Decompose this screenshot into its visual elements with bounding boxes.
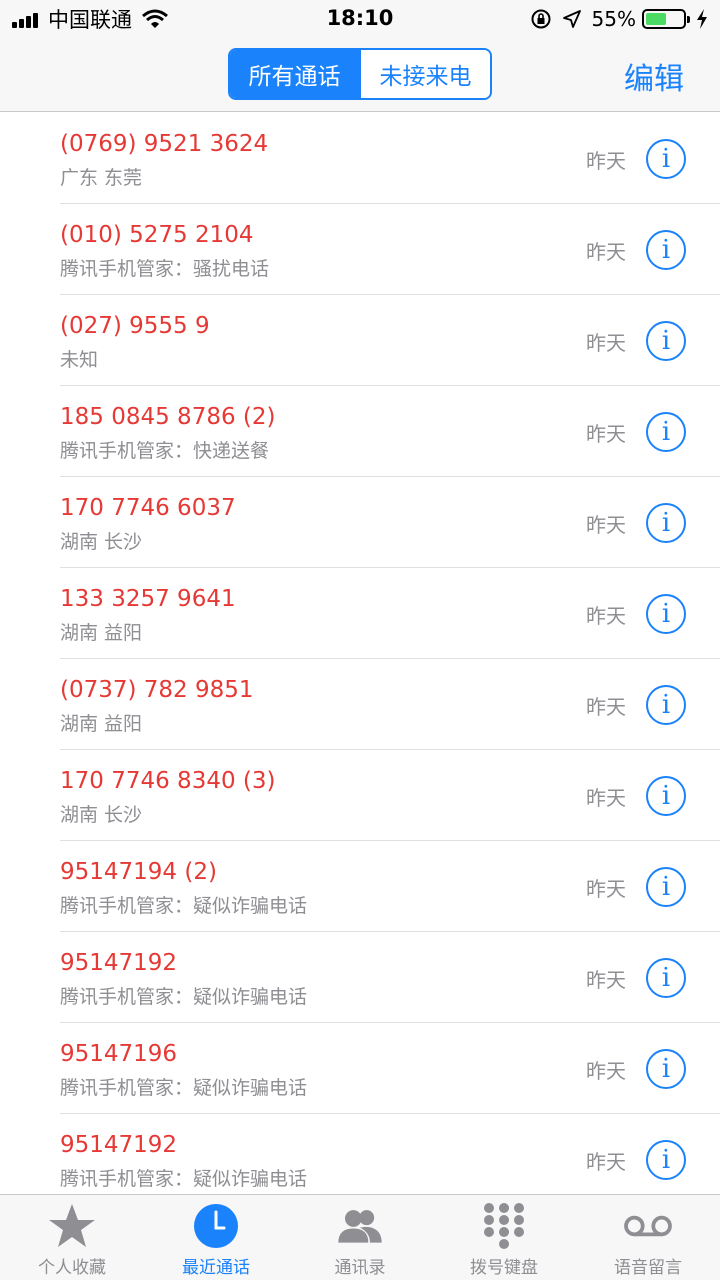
- tab-label-voicemail: 语音留言: [614, 1258, 682, 1278]
- call-date: 昨天: [586, 149, 626, 173]
- call-row[interactable]: 133 3257 9641 湖南 益阳 昨天 i: [60, 568, 720, 659]
- tab-label-recents: 最近通话: [182, 1258, 250, 1278]
- info-icon[interactable]: i: [646, 1140, 686, 1180]
- call-row[interactable]: 95147192 腾讯手机管家：疑似诈骗电话 昨天 i: [60, 932, 720, 1023]
- recent-calls-list[interactable]: (0769) 9521 3624 广东 东莞 昨天 i (010) 5275 2104 腾…: [0, 113, 720, 1195]
- call-date: 昨天: [586, 240, 626, 264]
- call-location: 腾讯手机管家：疑似诈骗电话: [60, 1168, 308, 1190]
- tab-recents[interactable]: 最近通话: [144, 1195, 288, 1280]
- call-row[interactable]: 95147194 (2) 腾讯手机管家：疑似诈骗电话 昨天 i: [60, 841, 720, 932]
- edit-button[interactable]: 编辑: [624, 54, 684, 98]
- call-date: 昨天: [586, 877, 626, 901]
- call-number: (0769) 9521 3624: [60, 131, 269, 157]
- call-location: 腾讯手机管家：疑似诈骗电话: [60, 986, 308, 1008]
- call-row[interactable]: 170 7746 8340 (3) 湖南 长沙 昨天 i: [60, 750, 720, 841]
- location-arrow-icon: [562, 10, 581, 28]
- call-location: 湖南 益阳: [60, 622, 143, 644]
- info-icon[interactable]: i: [646, 503, 686, 543]
- battery-percentage: 55%: [591, 7, 636, 31]
- tab-contacts[interactable]: 通讯录: [288, 1195, 432, 1280]
- call-row[interactable]: (010) 5275 2104 腾讯手机管家：骚扰电话 昨天 i: [60, 204, 720, 295]
- info-icon[interactable]: i: [646, 958, 686, 998]
- call-number: 185 0845 8786 (2): [60, 404, 276, 430]
- tab-label-keypad: 拨号键盘: [470, 1258, 538, 1278]
- info-icon[interactable]: i: [646, 230, 686, 270]
- star-icon: [49, 1204, 95, 1247]
- call-date: 昨天: [586, 422, 626, 446]
- charging-bolt-icon: [697, 9, 707, 29]
- info-icon[interactable]: i: [646, 321, 686, 361]
- call-date: 昨天: [586, 695, 626, 719]
- call-location: 腾讯手机管家：快递送餐: [60, 440, 270, 462]
- call-number: 170 7746 6037: [60, 495, 236, 521]
- call-date: 昨天: [586, 1150, 626, 1174]
- call-row[interactable]: 185 0845 8786 (2) 腾讯手机管家：快递送餐 昨天 i: [60, 386, 720, 477]
- call-number: 95147194 (2): [60, 859, 217, 885]
- call-location: 腾讯手机管家：骚扰电话: [60, 258, 270, 280]
- call-date: 昨天: [586, 786, 626, 810]
- segment-all-calls[interactable]: 所有通话: [230, 50, 359, 98]
- call-number: (027) 9555 9: [60, 313, 210, 339]
- call-number: 170 7746 8340 (3): [60, 768, 276, 794]
- info-icon[interactable]: i: [646, 139, 686, 179]
- call-location: 湖南 长沙: [60, 531, 143, 553]
- call-row[interactable]: (0769) 9521 3624 广东 东莞 昨天 i: [60, 113, 720, 204]
- call-location: 广东 东莞: [60, 167, 143, 189]
- tab-bar: 个人收藏 最近通话 通讯录 拨号键盘 语音留言: [0, 1194, 720, 1280]
- call-date: 昨天: [586, 968, 626, 992]
- call-row[interactable]: (0737) 782 9851 湖南 益阳 昨天 i: [60, 659, 720, 750]
- call-date: 昨天: [586, 331, 626, 355]
- voicemail-icon: [624, 1215, 672, 1237]
- info-icon[interactable]: i: [646, 776, 686, 816]
- contacts-icon: [338, 1210, 382, 1243]
- tab-favorites[interactable]: 个人收藏: [0, 1195, 144, 1280]
- call-number: (010) 5275 2104: [60, 222, 254, 248]
- info-icon[interactable]: i: [646, 1049, 686, 1089]
- status-bar: 中国联通 18:10 55%: [0, 0, 720, 40]
- call-number: 95147196: [60, 1041, 178, 1067]
- call-row[interactable]: 95147192 腾讯手机管家：疑似诈骗电话 昨天 i: [60, 1114, 720, 1195]
- info-icon[interactable]: i: [646, 412, 686, 452]
- info-icon[interactable]: i: [646, 867, 686, 907]
- clock-icon: [194, 1204, 238, 1248]
- keypad-icon: [484, 1203, 524, 1249]
- call-number: 95147192: [60, 1132, 178, 1158]
- call-row[interactable]: (027) 9555 9 未知 昨天 i: [60, 295, 720, 386]
- call-row[interactable]: 95147196 腾讯手机管家：疑似诈骗电话 昨天 i: [60, 1023, 720, 1114]
- tab-keypad[interactable]: 拨号键盘: [432, 1195, 576, 1280]
- call-location: 腾讯手机管家：疑似诈骗电话: [60, 895, 308, 917]
- call-location: 腾讯手机管家：疑似诈骗电话: [60, 1077, 308, 1099]
- call-location: 湖南 益阳: [60, 713, 143, 735]
- call-date: 昨天: [586, 1059, 626, 1083]
- call-date: 昨天: [586, 513, 626, 537]
- tab-voicemail[interactable]: 语音留言: [576, 1195, 720, 1280]
- segment-missed-calls[interactable]: 未接来电: [359, 50, 490, 98]
- call-location: 湖南 长沙: [60, 804, 143, 826]
- call-row[interactable]: 170 7746 6037 湖南 长沙 昨天 i: [60, 477, 720, 568]
- navigation-bar: 所有通话 未接来电 编辑: [0, 40, 720, 112]
- tab-label-contacts: 通讯录: [334, 1258, 386, 1278]
- call-location: 未知: [60, 349, 99, 371]
- battery-icon: [642, 9, 690, 29]
- rotation-lock-icon: [531, 9, 551, 29]
- status-right: 55%: [530, 6, 708, 32]
- info-icon[interactable]: i: [646, 594, 686, 634]
- call-number: 95147192: [60, 950, 178, 976]
- call-number: (0737) 782 9851: [60, 677, 254, 703]
- info-icon[interactable]: i: [646, 685, 686, 725]
- tab-label-favorites: 个人收藏: [38, 1258, 106, 1278]
- call-filter-segmented-control: 所有通话 未接来电: [228, 48, 492, 100]
- call-date: 昨天: [586, 604, 626, 628]
- call-number: 133 3257 9641: [60, 586, 236, 612]
- battery-level: [646, 13, 666, 25]
